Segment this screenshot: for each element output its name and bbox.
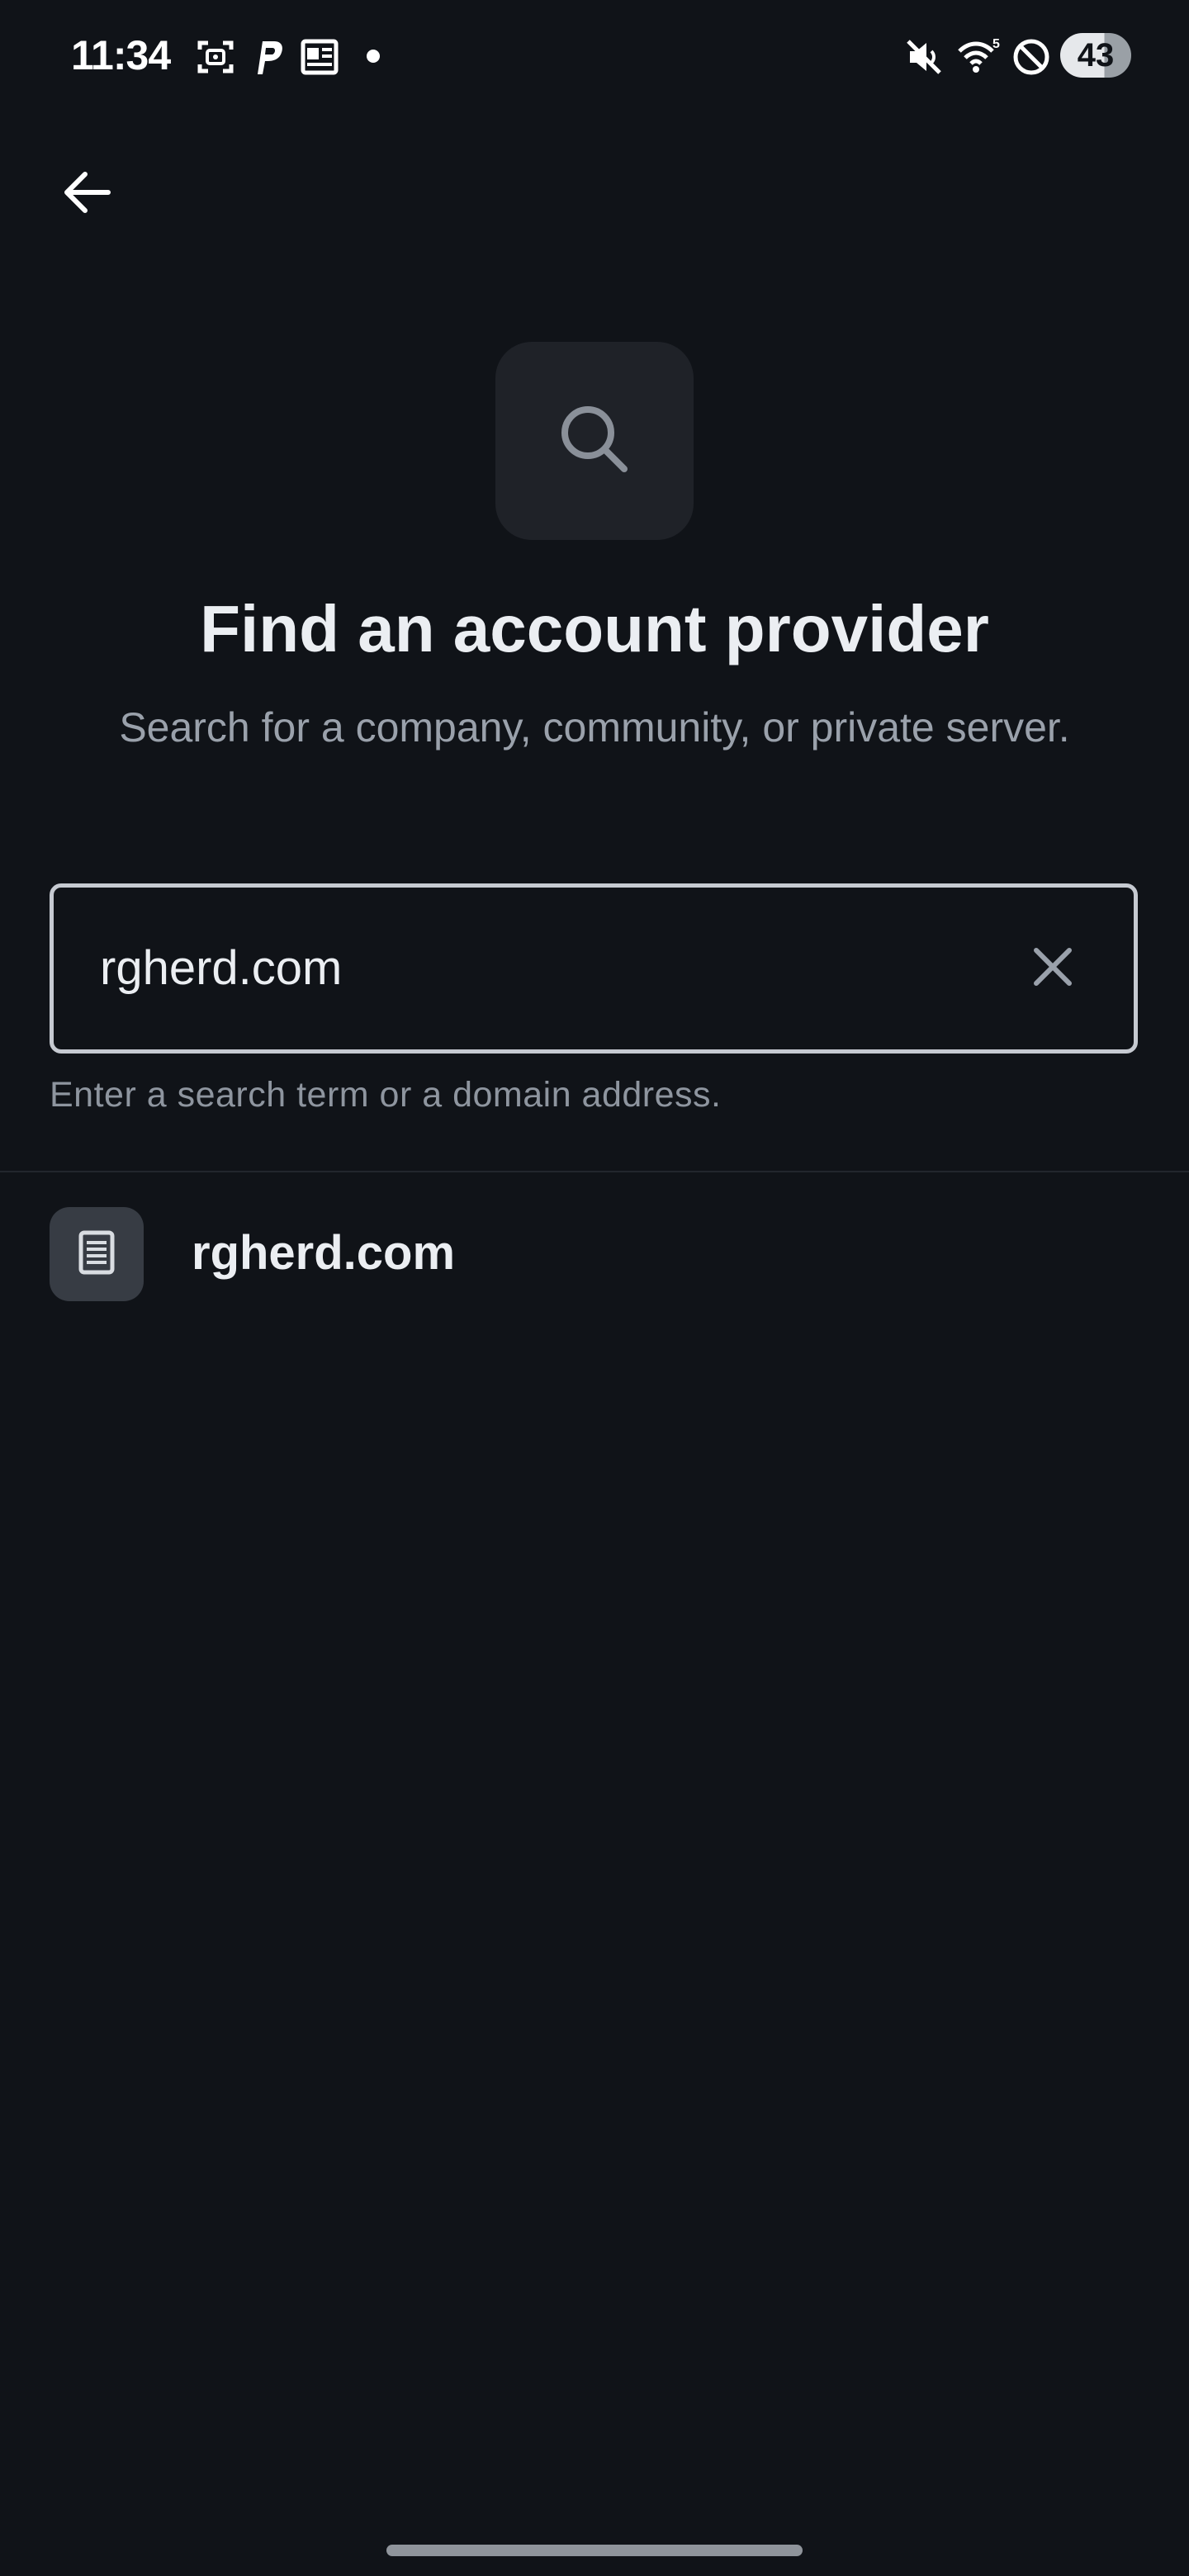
result-icon-tile	[50, 1207, 144, 1301]
search-input[interactable]: rgherd.com	[50, 883, 1138, 1054]
search-input-value[interactable]: rgherd.com	[100, 940, 342, 996]
close-icon	[1031, 945, 1074, 992]
home-indicator[interactable]	[386, 2545, 803, 2556]
search-helper-text: Enter a search term or a domain address.	[50, 1075, 722, 1115]
server-icon	[77, 1229, 116, 1280]
svg-text:5: 5	[992, 37, 1000, 51]
status-time: 11:34	[71, 32, 171, 78]
clear-search-button[interactable]	[1020, 935, 1086, 1002]
do-not-disturb-icon	[1011, 36, 1052, 82]
notification-dot-icon	[363, 46, 383, 70]
news-icon	[301, 36, 339, 82]
page-title: Find an account provider	[200, 592, 989, 665]
arrow-left-icon	[60, 169, 113, 220]
result-label: rgherd.com	[192, 1226, 456, 1280]
battery-indicator: 43	[1060, 33, 1131, 78]
mute-icon	[905, 36, 943, 82]
search-icon	[555, 400, 634, 483]
result-item[interactable]: rgherd.com	[0, 1172, 1189, 1334]
back-button[interactable]	[50, 157, 124, 231]
wifi-icon: 5	[956, 36, 1002, 82]
hero-icon-tile	[495, 342, 694, 540]
page-subtitle: Search for a company, community, or priv…	[119, 704, 1070, 751]
screenshot-icon	[195, 36, 236, 82]
status-bar: 11:34 5 43	[0, 0, 1189, 107]
paypal-icon	[249, 36, 286, 82]
